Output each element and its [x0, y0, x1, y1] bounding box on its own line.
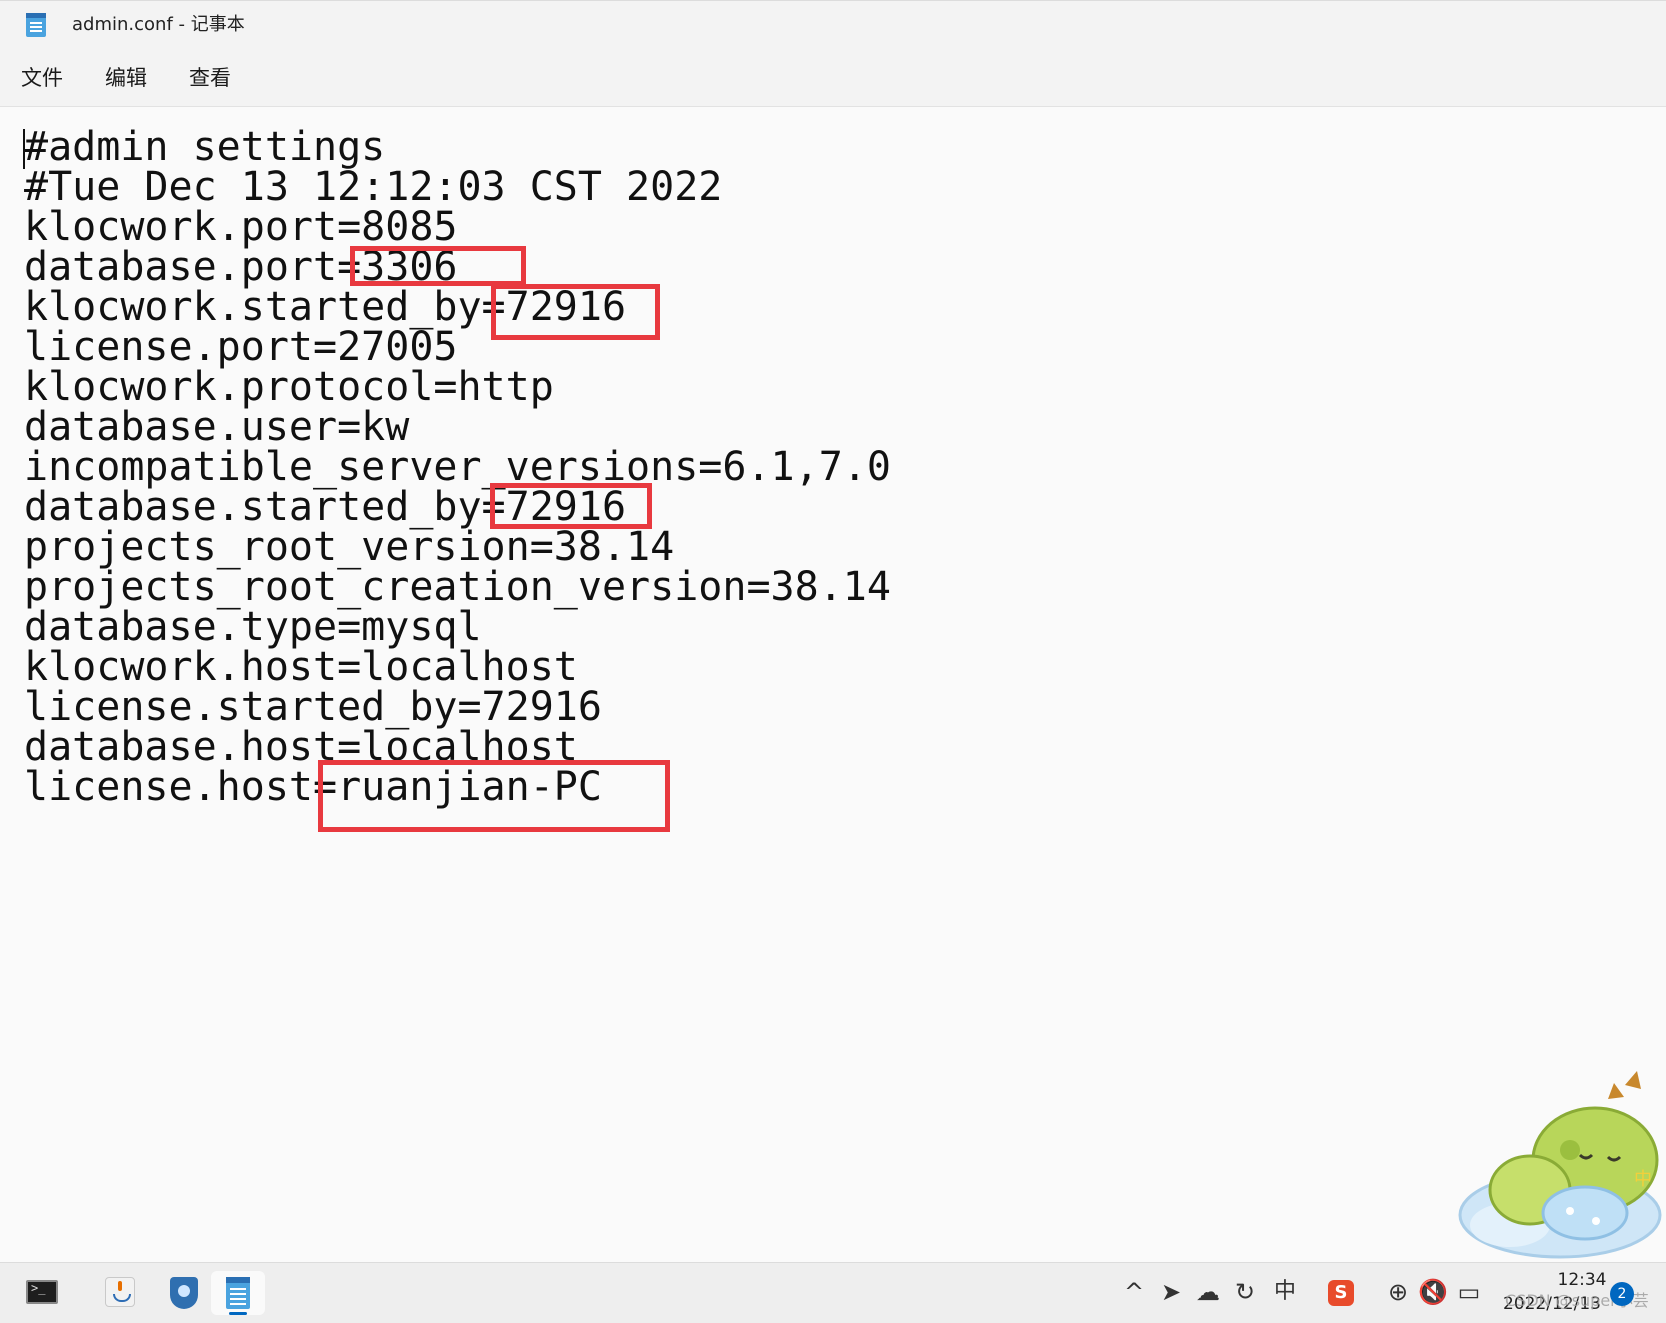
title-bar: admin.conf - 记事本: [0, 0, 1666, 49]
sogou-input-icon[interactable]: S: [1328, 1280, 1354, 1306]
clock-time[interactable]: 12:34: [1547, 1270, 1617, 1290]
highlight-box-database-port: [350, 246, 526, 286]
taskbar-shield-app[interactable]: [157, 1271, 211, 1315]
shield-app-icon: [170, 1277, 198, 1309]
java-icon: [105, 1277, 135, 1307]
menu-file[interactable]: 文件: [21, 64, 63, 92]
battery-icon[interactable]: ▭: [1454, 1278, 1484, 1306]
taskbar-java[interactable]: [91, 1271, 145, 1315]
taskbar: [0, 1262, 1666, 1323]
notification-badge[interactable]: 2: [1610, 1282, 1634, 1306]
window-title: admin.conf - 记事本: [72, 14, 245, 35]
menu-edit[interactable]: 编辑: [105, 64, 147, 92]
mascot-illustration: 中: [1458, 1071, 1662, 1259]
globe-icon[interactable]: ⊕: [1383, 1278, 1413, 1306]
menu-view[interactable]: 查看: [189, 64, 231, 92]
svg-text:中: 中: [1634, 1169, 1652, 1190]
chevron-up-icon[interactable]: ^: [1119, 1278, 1149, 1306]
notepad-icon: [226, 1277, 250, 1309]
terminal-icon: [26, 1280, 58, 1304]
taskbar-notepad[interactable]: [211, 1271, 265, 1315]
text-editor-area[interactable]: #admin settings #Tue Dec 13 12:12:03 CST…: [0, 107, 1666, 1262]
highlight-box-license-host: [318, 760, 670, 832]
ime-indicator[interactable]: 中: [1270, 1278, 1300, 1306]
taskbar-terminal[interactable]: [14, 1271, 68, 1315]
cloud-icon[interactable]: ☁: [1193, 1278, 1223, 1306]
highlight-box-database-started-by: [490, 483, 652, 529]
volume-muted-icon[interactable]: 🔇: [1418, 1278, 1448, 1306]
send-icon[interactable]: ➤: [1156, 1278, 1186, 1306]
editor-content[interactable]: #admin settings #Tue Dec 13 12:12:03 CST…: [24, 127, 891, 807]
menu-bar: 文件 编辑 查看: [0, 48, 1666, 107]
notepad-icon: [26, 13, 46, 37]
highlight-box-klocwork-started-by: [491, 284, 660, 340]
sync-icon[interactable]: ↻: [1230, 1278, 1260, 1306]
text-caret: [23, 129, 25, 169]
